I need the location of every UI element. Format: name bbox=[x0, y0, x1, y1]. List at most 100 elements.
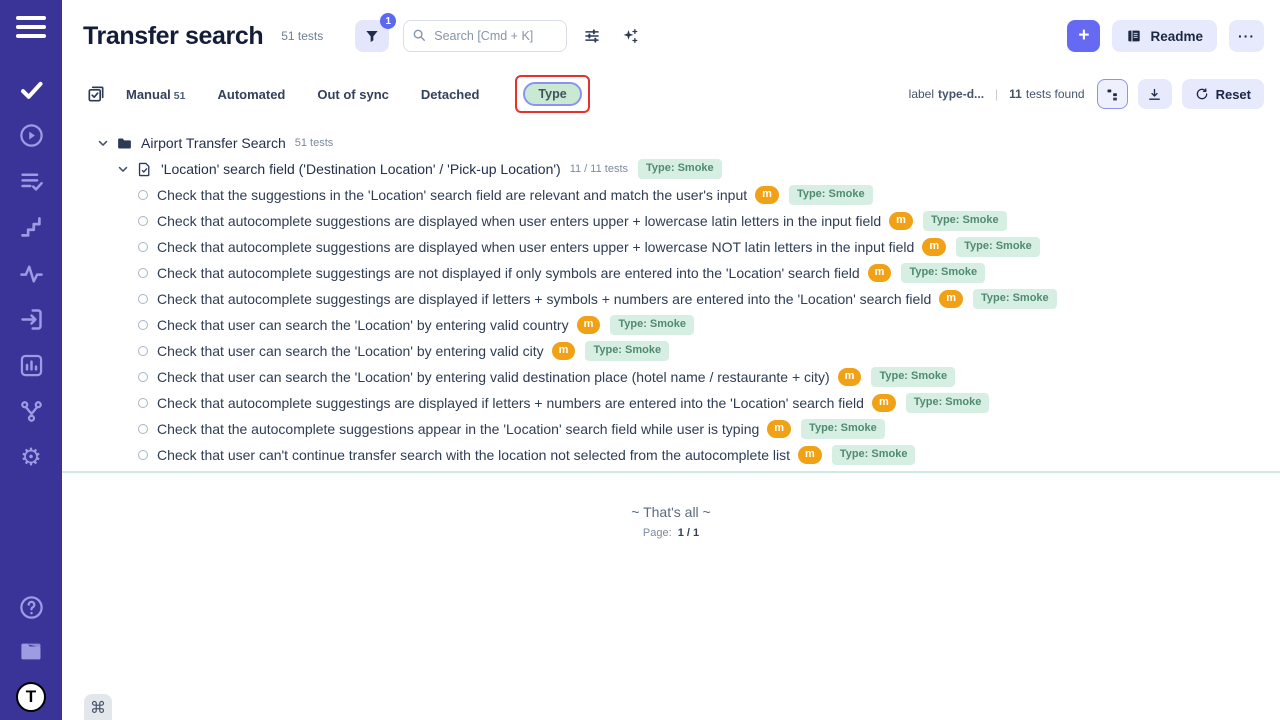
column-settings-icon[interactable] bbox=[579, 23, 605, 49]
integrations-fork-icon[interactable] bbox=[18, 398, 45, 425]
more-options-button[interactable]: ··· bbox=[1229, 20, 1264, 52]
priority-badge: m bbox=[922, 238, 946, 255]
readme-button[interactable]: Readme bbox=[1112, 20, 1217, 52]
priority-badge: m bbox=[798, 446, 822, 463]
list-footer: ~ That's all ~ Page: 1 / 1 bbox=[62, 504, 1280, 539]
test-title[interactable]: Check that user can't continue transfer … bbox=[157, 447, 790, 463]
page-label: Page: bbox=[643, 527, 672, 539]
suite-count: 11 / 11 tests bbox=[570, 163, 628, 175]
import-icon[interactable] bbox=[18, 306, 45, 333]
suite-name[interactable]: 'Location' search field ('Destination Lo… bbox=[161, 161, 561, 177]
test-title[interactable]: Check that user can search the 'Location… bbox=[157, 369, 830, 385]
tests-count: 51 tests bbox=[281, 29, 323, 43]
suite-row[interactable]: 'Location' search field ('Destination Lo… bbox=[62, 156, 1280, 182]
test-title[interactable]: Check that autocomplete suggestings are … bbox=[157, 291, 931, 307]
suite-type-badge: Type: Smoke bbox=[638, 159, 722, 178]
test-title[interactable]: Check that the suggestions in the 'Locat… bbox=[157, 187, 747, 203]
test-status-icon bbox=[138, 372, 148, 382]
test-title[interactable]: Check that user can search the 'Location… bbox=[157, 317, 569, 333]
projects-folder-icon[interactable] bbox=[18, 638, 45, 665]
review-list-icon[interactable] bbox=[18, 168, 45, 195]
menu-icon[interactable] bbox=[16, 16, 46, 38]
tab-detached[interactable]: Detached bbox=[421, 87, 480, 102]
type-badge: Type: Smoke bbox=[832, 445, 916, 464]
tests-check-icon[interactable] bbox=[18, 76, 45, 103]
settings-gear-icon[interactable]: ⚙ bbox=[18, 444, 45, 471]
priority-badge: m bbox=[872, 394, 896, 411]
test-status-icon bbox=[138, 320, 148, 330]
folder-row[interactable]: Airport Transfer Search 51 tests bbox=[62, 130, 1280, 156]
test-status-icon bbox=[138, 450, 148, 460]
tab-manual[interactable]: Manual51 bbox=[126, 87, 185, 102]
priority-badge: m bbox=[939, 290, 963, 307]
create-test-button[interactable]: + bbox=[1067, 20, 1100, 52]
label-value: type-d... bbox=[938, 87, 984, 101]
ai-sparkles-icon[interactable] bbox=[617, 23, 643, 49]
test-title[interactable]: Check that user can search the 'Location… bbox=[157, 343, 544, 359]
filter-meta: label type-d... | 11 tests found Reset bbox=[909, 79, 1264, 109]
test-row[interactable]: Check that autocomplete suggestions are … bbox=[62, 234, 1280, 260]
folder-icon bbox=[116, 135, 133, 152]
test-row[interactable]: Check that user can search the 'Location… bbox=[62, 364, 1280, 390]
page-value: 1 / 1 bbox=[678, 527, 699, 539]
test-row[interactable]: Check that autocomplete suggestions are … bbox=[62, 208, 1280, 234]
annotation-highlight-box: Type bbox=[515, 75, 589, 113]
test-row[interactable]: Check that the suggestions in the 'Locat… bbox=[62, 182, 1280, 208]
search-icon bbox=[412, 28, 426, 47]
end-of-list-note: ~ That's all ~ bbox=[62, 504, 1280, 520]
test-tree: Airport Transfer Search 51 tests 'Locati… bbox=[62, 116, 1280, 720]
analytics-chart-icon[interactable] bbox=[18, 352, 45, 379]
priority-badge: m bbox=[552, 342, 576, 359]
test-row[interactable]: Check that autocomplete suggestings are … bbox=[62, 286, 1280, 312]
tests-found-label: tests found bbox=[1026, 87, 1085, 101]
test-title[interactable]: Check that autocomplete suggestions are … bbox=[157, 213, 881, 229]
download-button[interactable] bbox=[1138, 79, 1172, 109]
priority-badge: m bbox=[838, 368, 862, 385]
test-status-icon bbox=[138, 242, 148, 252]
tab-automated[interactable]: Automated bbox=[217, 87, 285, 102]
keyboard-shortcuts-button[interactable]: ⌘ bbox=[84, 694, 112, 720]
test-title[interactable]: Check that autocomplete suggestions are … bbox=[157, 239, 914, 255]
tab-manual-count: 51 bbox=[174, 90, 186, 102]
type-badge: Type: Smoke bbox=[610, 315, 694, 334]
type-badge: Type: Smoke bbox=[585, 341, 669, 360]
reset-button[interactable]: Reset bbox=[1182, 79, 1264, 109]
tests-found-count: 11 bbox=[1009, 87, 1022, 101]
tab-out-of-sync[interactable]: Out of sync bbox=[317, 87, 389, 102]
main-area: Transfer search 51 tests 1 + Readme ··· bbox=[62, 0, 1280, 720]
test-row[interactable]: Check that autocomplete suggestings are … bbox=[62, 260, 1280, 286]
priority-badge: m bbox=[577, 316, 601, 333]
test-row[interactable]: Check that user can search the 'Location… bbox=[62, 312, 1280, 338]
test-status-icon bbox=[138, 346, 148, 356]
chevron-down-icon[interactable] bbox=[96, 136, 110, 150]
type-badge: Type: Smoke bbox=[973, 289, 1057, 308]
filter-button[interactable]: 1 bbox=[355, 20, 389, 52]
test-row[interactable]: Check that user can't continue transfer … bbox=[62, 442, 1280, 468]
type-filter-chip[interactable]: Type bbox=[523, 82, 581, 106]
milestones-steps-icon[interactable] bbox=[18, 214, 45, 241]
test-title[interactable]: Check that autocomplete suggestings are … bbox=[157, 395, 864, 411]
test-title[interactable]: Check that autocomplete suggestings are … bbox=[157, 265, 860, 281]
tree-view-toggle-button[interactable] bbox=[1097, 79, 1128, 109]
test-row[interactable]: Check that autocomplete suggestings are … bbox=[62, 390, 1280, 416]
search-input[interactable] bbox=[403, 20, 567, 52]
test-row[interactable]: Check that the autocomplete suggestions … bbox=[62, 416, 1280, 442]
folder-name[interactable]: Airport Transfer Search bbox=[141, 135, 286, 151]
test-status-icon bbox=[138, 190, 148, 200]
test-row[interactable]: Check that user can search the 'Location… bbox=[62, 338, 1280, 364]
folder-count: 51 tests bbox=[295, 137, 334, 149]
type-badge: Type: Smoke bbox=[801, 419, 885, 438]
test-title[interactable]: Check that the autocomplete suggestions … bbox=[157, 421, 759, 437]
select-all-icon[interactable] bbox=[86, 84, 106, 104]
test-status-icon bbox=[138, 268, 148, 278]
book-icon bbox=[1126, 28, 1142, 44]
chevron-down-icon[interactable] bbox=[116, 162, 130, 176]
help-icon[interactable] bbox=[18, 594, 45, 621]
type-badge: Type: Smoke bbox=[906, 393, 990, 412]
test-runs-icon[interactable] bbox=[18, 122, 45, 149]
filter-count-badge: 1 bbox=[380, 13, 396, 29]
app-logo[interactable]: T bbox=[16, 682, 46, 712]
activity-pulse-icon[interactable] bbox=[18, 260, 45, 287]
funnel-icon bbox=[364, 28, 380, 44]
search-box bbox=[403, 20, 567, 52]
